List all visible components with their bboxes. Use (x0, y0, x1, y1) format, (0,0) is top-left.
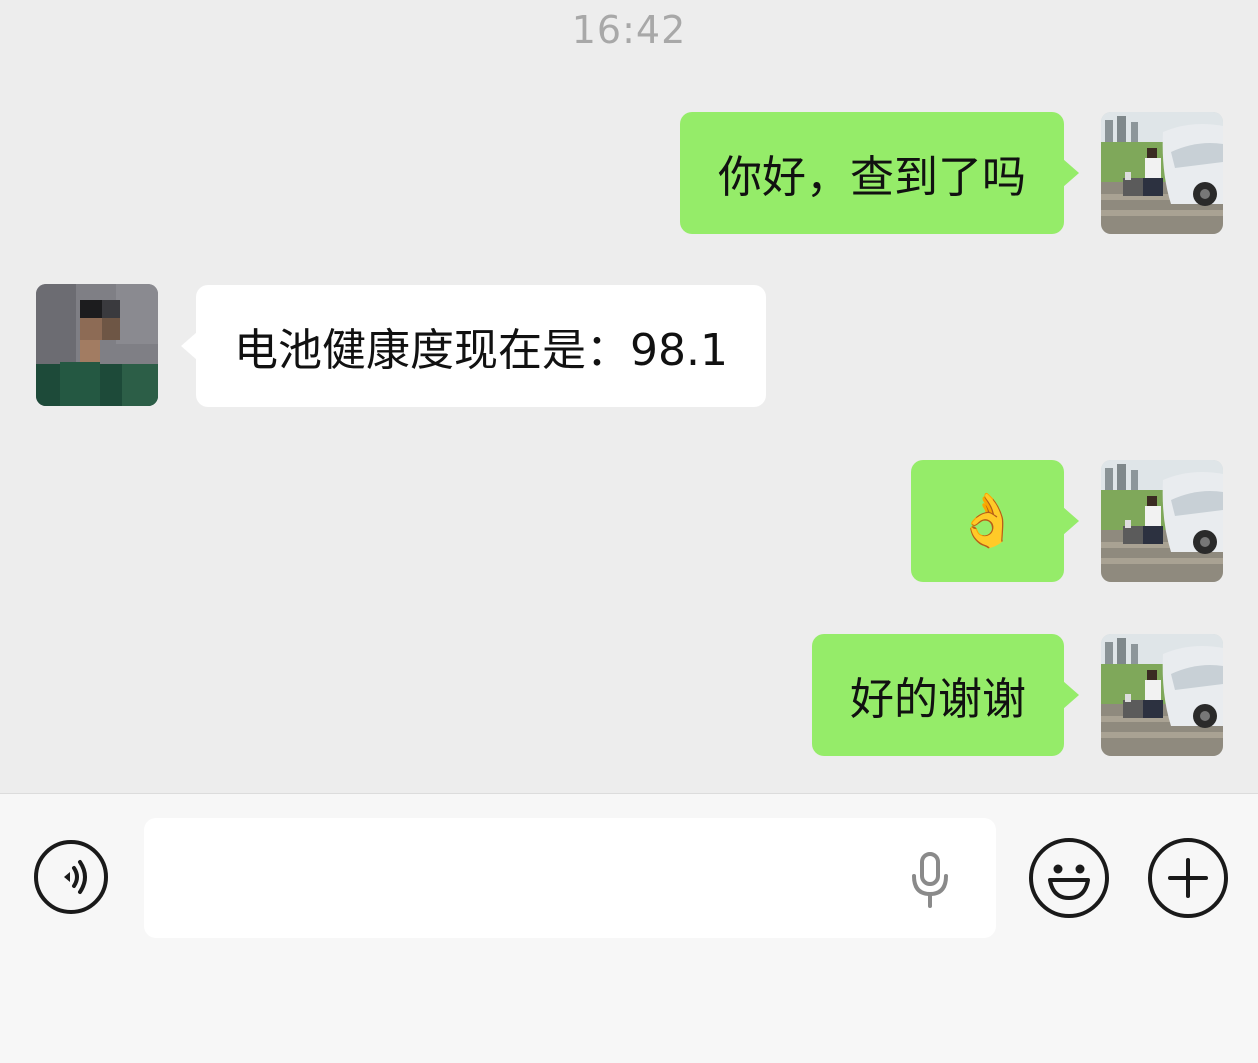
message-bubble-sent[interactable]: 你好，查到了吗 (680, 112, 1079, 234)
my-avatar[interactable] (1101, 634, 1223, 756)
voice-mode-icon (64, 860, 87, 894)
my-avatar[interactable] (1101, 112, 1223, 234)
ok-hand-emoji: 👌 (955, 491, 1020, 551)
message-text: 好的谢谢 (850, 674, 1026, 725)
plus-icon (1168, 858, 1208, 898)
emoji-icon (1048, 864, 1090, 900)
emoji-button[interactable] (1029, 838, 1109, 918)
message-input[interactable] (144, 818, 996, 938)
message-text: 你好，查到了吗 (718, 152, 1026, 203)
message-timestamp: 16:42 (571, 8, 687, 52)
message-text: 电池健康度现在是：98.1 (234, 325, 728, 376)
avatar-photo-car (1101, 112, 1223, 234)
message-bubble-sent[interactable]: 👌 (911, 460, 1079, 582)
microphone-icon (912, 852, 948, 908)
microphone-button[interactable] (906, 850, 954, 910)
message-bubble-received[interactable]: 电池健康度现在是：98.1 (181, 285, 766, 407)
avatar-pixelated (36, 284, 158, 406)
message-input-bar (0, 793, 1258, 1063)
avatar-photo-car (1101, 634, 1223, 756)
chat-area[interactable]: 16:42 你好，查到了吗 电池健康度现在是：98.1 👌 好的谢谢 (0, 0, 1258, 793)
avatar-photo-car (1101, 460, 1223, 582)
message-bubble-sent[interactable]: 好的谢谢 (812, 634, 1079, 756)
more-options-button[interactable] (1148, 838, 1228, 918)
contact-avatar[interactable] (36, 284, 158, 406)
voice-mode-button[interactable] (34, 840, 108, 914)
my-avatar[interactable] (1101, 460, 1223, 582)
